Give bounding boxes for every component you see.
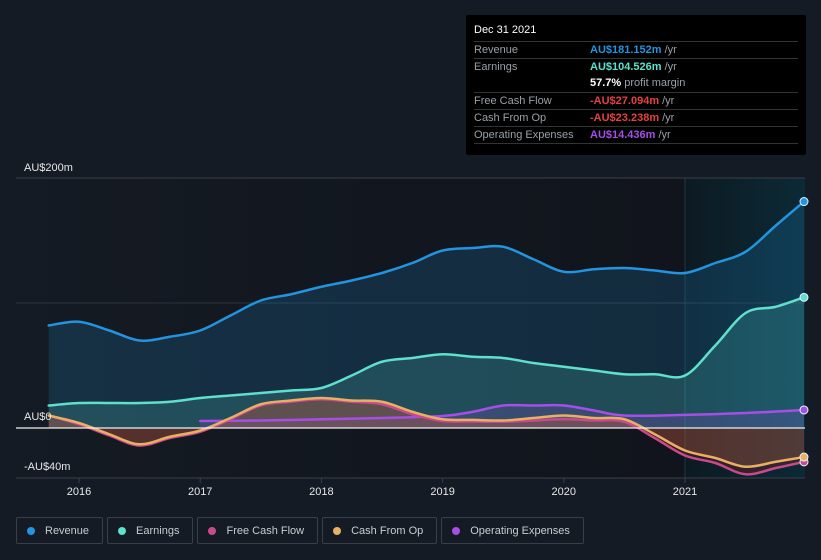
legend-label: Free Cash Flow	[226, 524, 305, 537]
legend-dot-icon	[27, 526, 35, 535]
tooltip-row-value: AU$104.526m/yr	[590, 59, 677, 76]
tooltip-unit: /yr	[664, 61, 677, 73]
x-axis-label: 2019	[430, 486, 454, 498]
earnings-endpoint[interactable]	[799, 292, 809, 302]
x-axis-label: 2021	[673, 486, 697, 498]
tooltip-row-label: Earnings	[474, 61, 518, 73]
legend-label: Revenue	[45, 524, 90, 537]
legend-dot-icon	[452, 526, 461, 535]
x-axis-label: 2018	[309, 486, 333, 498]
tooltip-value-text: AU$104.526m	[590, 61, 662, 73]
x-axis-label: 2020	[552, 486, 576, 498]
tooltip-row-value: AU$181.152m/yr	[590, 42, 677, 59]
tooltip-value-text: -AU$27.094m	[590, 95, 660, 107]
tooltip-row-value: 57.7% profit margin	[590, 75, 685, 92]
y-axis-label: AU$200m	[24, 162, 73, 174]
legend-label: Cash From Op	[351, 524, 424, 537]
legend-dot-icon	[118, 526, 127, 535]
tooltip-value-text: 57.7%	[590, 77, 622, 89]
legend-item-earnings[interactable]: Earnings	[107, 517, 194, 544]
tooltip-row-label: Operating Expenses	[474, 129, 574, 141]
tooltip-row: Revenue AU$181.152m/yr	[474, 41, 798, 59]
legend-label: Earnings	[136, 524, 180, 537]
tooltip-date: Dec 31 2021	[474, 24, 537, 36]
tooltip-value-text: -AU$23.238m	[590, 112, 660, 124]
legend-item-free-cash-flow[interactable]: Free Cash Flow	[197, 517, 319, 544]
tooltip-row-label: Revenue	[474, 44, 519, 56]
tooltip-row-label: Free Cash Flow	[474, 95, 552, 107]
legend-item-operating-expenses[interactable]: Operating Expenses	[441, 517, 584, 544]
legend-dot-icon	[208, 526, 217, 535]
revenue-endpoint[interactable]	[799, 197, 809, 207]
tooltip-row-value: AU$14.436m/yr	[590, 127, 671, 144]
tooltip-row-label: Cash From Op	[474, 112, 547, 124]
tooltip-unit: /yr	[662, 112, 675, 124]
tooltip-unit: /yr	[662, 95, 675, 107]
tooltip-row: Cash From Op -AU$23.238m/yr	[474, 109, 798, 127]
legend-dot-icon	[333, 526, 342, 535]
tooltip-row-value: -AU$23.238m/yr	[590, 110, 674, 127]
legend-label: Operating Expenses	[470, 524, 570, 537]
operating-expenses-endpoint[interactable]	[799, 405, 809, 415]
x-axis-label: 2016	[67, 486, 91, 498]
y-axis-label: -AU$40m	[24, 461, 70, 473]
chart-legend: Revenue Earnings Free Cash Flow Cash From O…	[16, 517, 584, 544]
legend-item-revenue[interactable]: Revenue	[16, 517, 104, 544]
tooltip-panel: Dec 31 2021 Revenue AU$181.152m/yr Earning…	[466, 15, 806, 155]
x-axis-label: 2017	[188, 486, 212, 498]
tooltip-value-text: AU$181.152m	[590, 44, 662, 56]
y-axis-label: AU$0	[24, 411, 52, 423]
tooltip-row-value: -AU$27.094m/yr	[590, 93, 674, 110]
tooltip-unit: profit margin	[624, 77, 686, 89]
tooltip-row: Free Cash Flow -AU$27.094m/yr	[474, 92, 798, 110]
cash-from-op-endpoint[interactable]	[799, 452, 809, 462]
tooltip-row: 57.7% profit margin	[474, 75, 798, 92]
tooltip-divider	[474, 143, 798, 144]
tooltip-value-text: AU$14.436m	[590, 129, 656, 141]
tooltip-unit: /yr	[664, 44, 677, 56]
legend-item-cash-from-op[interactable]: Cash From Op	[322, 517, 438, 544]
tooltip-unit: /yr	[658, 129, 671, 141]
tooltip-row: Earnings AU$104.526m/yr	[474, 58, 798, 76]
tooltip-row: Operating Expenses AU$14.436m/yr	[474, 126, 798, 144]
